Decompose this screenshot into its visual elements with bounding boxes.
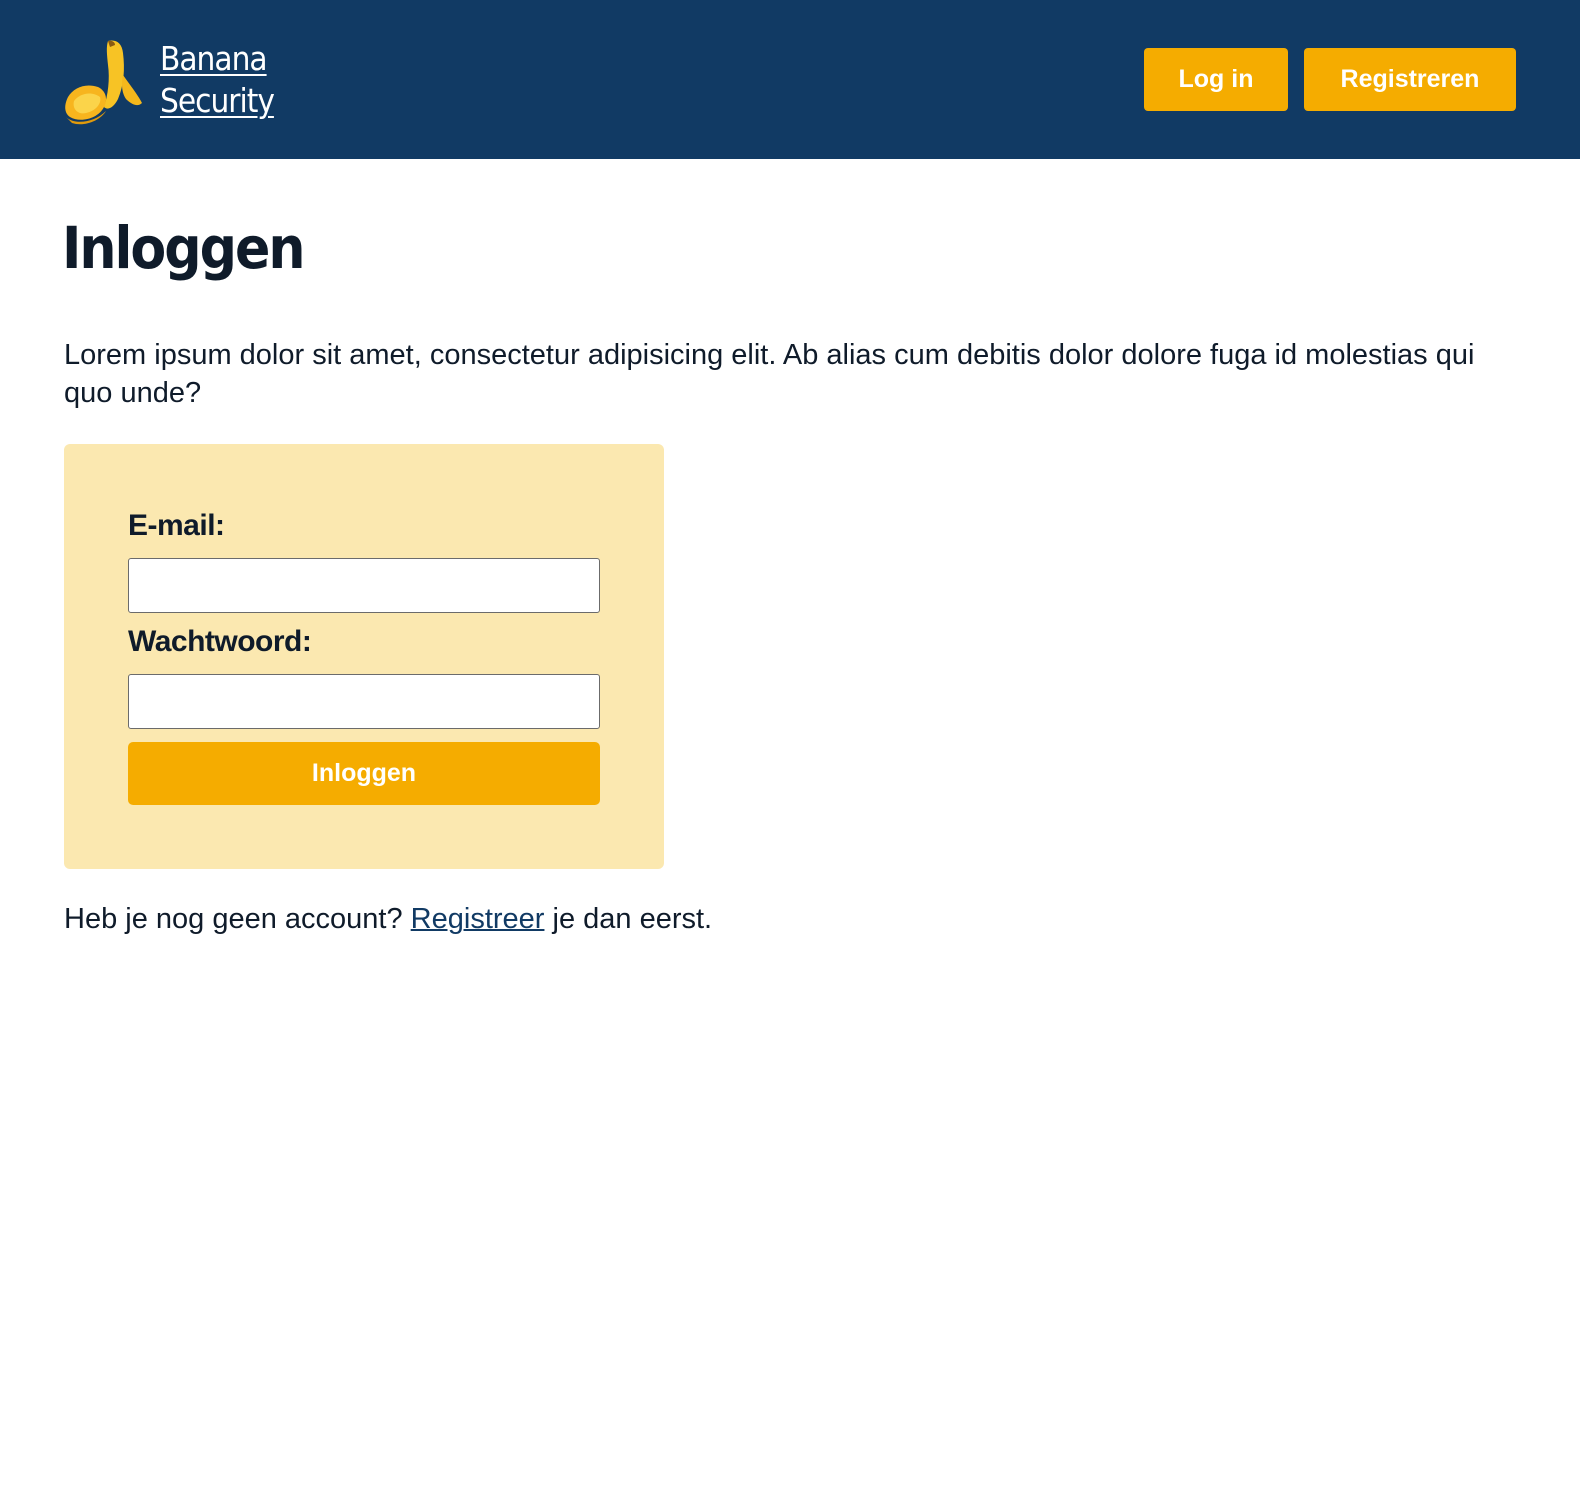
password-field[interactable]	[128, 674, 600, 729]
no-account-suffix: je dan eerst.	[552, 903, 713, 935]
no-account-text: Heb je nog geen account? Registreer je d…	[64, 900, 712, 938]
submit-login-button[interactable]: Inloggen	[128, 742, 600, 805]
email-field[interactable]	[128, 558, 600, 613]
banana-icon	[65, 40, 142, 125]
email-label: E-mail:	[128, 509, 225, 542]
site-header: Banana Security Log in Registreren	[0, 0, 1580, 159]
login-button[interactable]: Log in	[1144, 48, 1288, 111]
page-title: Inloggen	[62, 214, 306, 282]
brand-line-2: Security	[160, 81, 275, 120]
brand-line-1: Banana	[160, 39, 268, 78]
register-button[interactable]: Registreren	[1304, 48, 1516, 111]
brand-home-link[interactable]: Banana Security	[64, 30, 275, 130]
password-label: Wachtwoord:	[128, 625, 312, 658]
register-link[interactable]: Registreer	[411, 903, 545, 935]
intro-text: Lorem ipsum dolor sit amet, consectetur …	[64, 339, 1475, 409]
no-account-prefix: Heb je nog geen account?	[64, 903, 403, 935]
brand-name: Banana Security	[160, 38, 275, 122]
login-form: E-mail: Wachtwoord: Inloggen	[64, 444, 664, 869]
